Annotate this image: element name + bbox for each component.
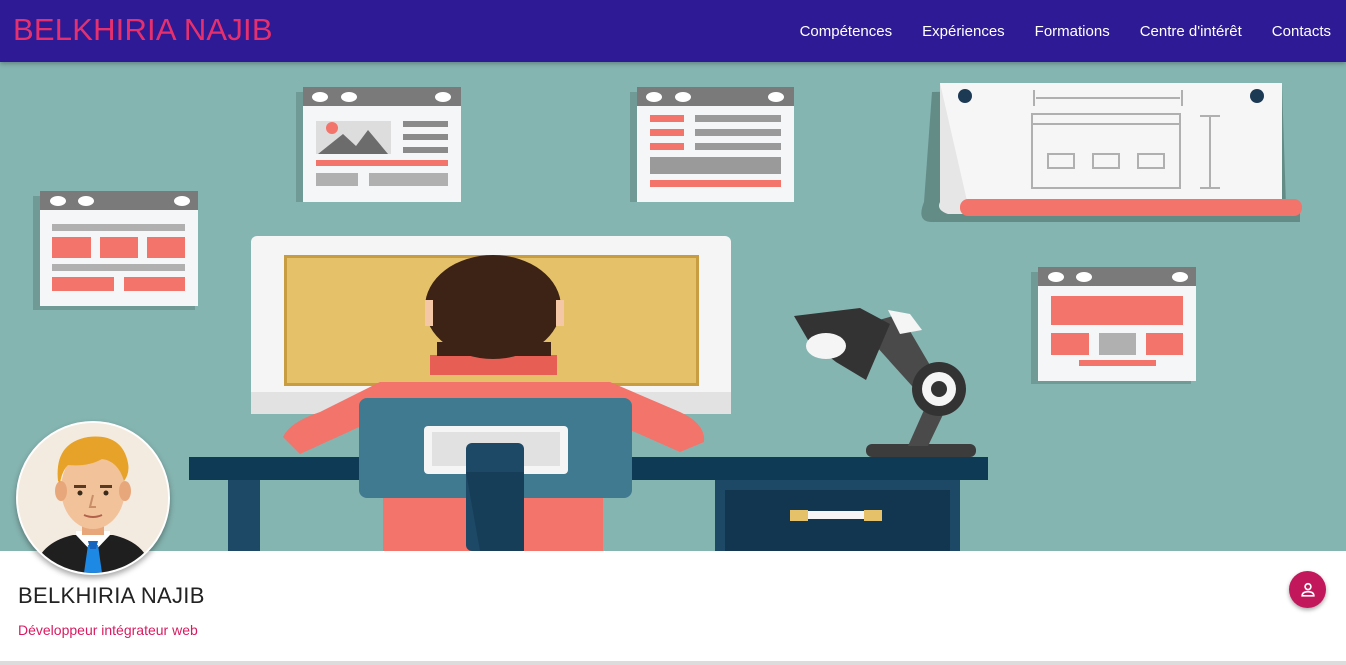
blueprint-paper [921,83,1302,222]
contact-button[interactable] [1289,571,1326,608]
wireframe-card-list [630,87,794,202]
nav-link-contacts[interactable]: Contacts [1272,23,1331,40]
hero-banner [0,62,1346,551]
navbar: BELKHIRIA NAJIB Compétences Expériences … [0,0,1346,62]
avatar [16,421,170,575]
nav-links: Compétences Expériences Formations Centr… [770,0,1331,62]
nav-link-competences[interactable]: Compétences [800,23,893,40]
cartoon-man-avatar-icon [18,423,168,573]
wireframe-card-image [296,87,461,202]
developer-illustration [0,62,1346,551]
nav-link-centre-interet[interactable]: Centre d'intérêt [1140,23,1242,40]
wireframe-card-left [33,191,198,310]
profile-title: Développeur intégrateur web [18,622,198,638]
brand-logo[interactable]: BELKHIRIA NAJIB [13,12,273,48]
nav-link-experiences[interactable]: Expériences [922,23,1005,40]
wireframe-card-right [1031,267,1196,384]
profile-name: BELKHIRIA NAJIB [18,583,205,608]
nav-link-formations[interactable]: Formations [1035,23,1110,40]
person-icon [1300,582,1315,597]
